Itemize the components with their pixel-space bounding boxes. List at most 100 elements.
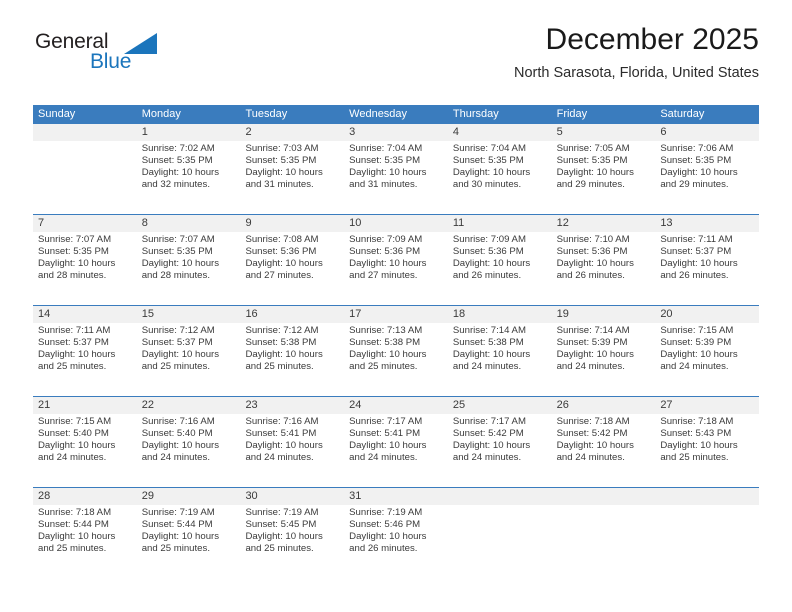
calendar-day-cell[interactable]: 26 Sunrise: 7:18 AM Sunset: 5:42 PM Dayligh… bbox=[552, 397, 656, 487]
calendar-day-cell[interactable]: 23 Sunrise: 7:16 AM Sunset: 5:41 PM Dayligh… bbox=[240, 397, 344, 487]
daylight-text-line2: and 26 minutes. bbox=[452, 270, 522, 282]
daylight-text-line2: and 24 minutes. bbox=[245, 452, 314, 464]
calendar-day-cell[interactable]: 1 Sunrise: 7:02 AM Sunset: 5:35 PM Daylight… bbox=[137, 124, 241, 214]
day-number: 16 bbox=[245, 308, 258, 320]
daylight-text-line2: and 25 minutes. bbox=[660, 452, 729, 464]
calendar-day-cell[interactable]: 11 Sunrise: 7:09 AM Sunset: 5:36 PM Dayligh… bbox=[448, 215, 552, 305]
page-header: General Blue December 2025 North Sarasot… bbox=[33, 22, 759, 98]
sunset-text: Sunset: 5:44 PM bbox=[38, 519, 109, 531]
daylight-text-line2: and 24 minutes. bbox=[452, 361, 522, 373]
day-number: 1 bbox=[141, 126, 148, 138]
brand-name-blue: Blue bbox=[90, 50, 132, 73]
calendar-day-cell[interactable]: 9 Sunrise: 7:08 AM Sunset: 5:36 PM Daylight… bbox=[240, 215, 344, 305]
weekday-thursday: Thursday bbox=[452, 108, 499, 120]
calendar-day-cell[interactable]: 24 Sunrise: 7:17 AM Sunset: 5:41 PM Dayligh… bbox=[344, 397, 448, 487]
calendar-day-cell[interactable]: 2 Sunrise: 7:03 AM Sunset: 5:35 PM Daylight… bbox=[240, 124, 344, 214]
day-detail: Sunrise: 7:03 AM Sunset: 5:35 PM Daylight:… bbox=[245, 143, 340, 191]
day-number: 31 bbox=[349, 490, 362, 502]
day-number: 29 bbox=[141, 490, 154, 502]
calendar-day-cell[interactable]: 14 Sunrise: 7:11 AM Sunset: 5:37 PM Dayligh… bbox=[33, 306, 137, 396]
calendar-day-cell[interactable]: 16 Sunrise: 7:12 AM Sunset: 5:38 PM Dayligh… bbox=[240, 306, 344, 396]
calendar-day-cell[interactable]: 31 Sunrise: 7:19 AM Sunset: 5:46 PM Dayligh… bbox=[344, 488, 448, 578]
daylight-text-line1: Daylight: 10 hours bbox=[245, 167, 323, 179]
weekday-sunday: Sunday bbox=[38, 108, 76, 120]
daylight-text-line2: and 30 minutes. bbox=[452, 179, 522, 191]
daylight-text-line1: Daylight: 10 hours bbox=[245, 349, 323, 361]
calendar-day-cell[interactable]: 5 Sunrise: 7:05 AM Sunset: 5:35 PM Daylight… bbox=[552, 124, 656, 214]
day-number: 2 bbox=[245, 126, 252, 138]
brand-logo[interactable]: General Blue bbox=[33, 30, 233, 86]
day-number: 9 bbox=[245, 217, 252, 229]
calendar-day-cell[interactable]: 15 Sunrise: 7:12 AM Sunset: 5:37 PM Dayligh… bbox=[137, 306, 241, 396]
sunrise-text: Sunrise: 7:17 AM bbox=[349, 416, 423, 427]
day-detail: Sunrise: 7:05 AM Sunset: 5:35 PM Daylight:… bbox=[557, 143, 652, 191]
calendar-day-cell[interactable]: 21 Sunrise: 7:15 AM Sunset: 5:40 PM Dayligh… bbox=[33, 397, 137, 487]
day-number: 11 bbox=[452, 217, 465, 229]
calendar-day-cell[interactable]: 27 Sunrise: 7:18 AM Sunset: 5:43 PM Dayligh… bbox=[655, 397, 759, 487]
calendar-day-cell[interactable]: 30 Sunrise: 7:19 AM Sunset: 5:45 PM Dayligh… bbox=[240, 488, 344, 578]
calendar-day-cell[interactable]: 7 Sunrise: 7:07 AM Sunset: 5:35 PM Daylight… bbox=[33, 215, 137, 305]
sunset-text: Sunset: 5:35 PM bbox=[349, 155, 421, 167]
sunrise-text: Sunrise: 7:05 AM bbox=[556, 143, 630, 154]
weekday-monday: Monday bbox=[141, 108, 181, 120]
sunset-text: Sunset: 5:37 PM bbox=[660, 246, 732, 258]
sunrise-text: Sunrise: 7:16 AM bbox=[245, 416, 319, 427]
calendar-day-cell[interactable]: 4 Sunrise: 7:04 AM Sunset: 5:35 PM Daylight… bbox=[448, 124, 552, 214]
calendar-day-cell[interactable]: 28 Sunrise: 7:18 AM Sunset: 5:44 PM Dayligh… bbox=[33, 488, 137, 578]
daylight-text-line1: Daylight: 10 hours bbox=[245, 258, 323, 270]
daylight-text-line1: Daylight: 10 hours bbox=[38, 440, 116, 452]
calendar-day-cell[interactable]: 29 Sunrise: 7:19 AM Sunset: 5:44 PM Dayligh… bbox=[137, 488, 241, 578]
sunset-text: Sunset: 5:42 PM bbox=[452, 428, 524, 440]
calendar-day-cell[interactable]: 3 Sunrise: 7:04 AM Sunset: 5:35 PM Daylight… bbox=[344, 124, 448, 214]
daylight-text-line1: Daylight: 10 hours bbox=[660, 167, 738, 179]
day-detail: Sunrise: 7:15 AM Sunset: 5:39 PM Daylight:… bbox=[660, 325, 755, 373]
day-number: 8 bbox=[141, 217, 148, 229]
calendar-day-cell[interactable]: 13 Sunrise: 7:11 AM Sunset: 5:37 PM Dayligh… bbox=[655, 215, 759, 305]
calendar-day-cell[interactable]: 18 Sunrise: 7:14 AM Sunset: 5:38 PM Dayligh… bbox=[448, 306, 552, 396]
daylight-text-line2: and 28 minutes. bbox=[38, 270, 107, 282]
sunrise-text: Sunrise: 7:07 AM bbox=[38, 234, 112, 245]
daylight-text-line2: and 25 minutes. bbox=[245, 543, 314, 555]
day-number: 5 bbox=[556, 126, 563, 138]
sunrise-text: Sunrise: 7:11 AM bbox=[660, 234, 733, 245]
daylight-text-line2: and 24 minutes. bbox=[141, 452, 210, 464]
day-number: 13 bbox=[660, 217, 673, 229]
calendar-week-cells: 28 Sunrise: 7:18 AM Sunset: 5:44 PM Dayligh… bbox=[33, 488, 759, 578]
daylight-text-line1: Daylight: 10 hours bbox=[556, 440, 634, 452]
daylight-text-line1: Daylight: 10 hours bbox=[141, 258, 220, 270]
sunset-text: Sunset: 5:35 PM bbox=[141, 155, 213, 167]
sunset-text: Sunset: 5:41 PM bbox=[245, 428, 317, 440]
daylight-text-line1: Daylight: 10 hours bbox=[349, 167, 427, 179]
location-subtitle: North Sarasota, Florida, United States bbox=[513, 65, 759, 81]
sunrise-text: Sunrise: 7:12 AM bbox=[245, 325, 319, 336]
daylight-text-line2: and 25 minutes. bbox=[141, 361, 210, 373]
daylight-text-line1: Daylight: 10 hours bbox=[349, 258, 427, 270]
sunset-text: Sunset: 5:35 PM bbox=[245, 155, 317, 167]
calendar-day-cell[interactable]: 10 Sunrise: 7:09 AM Sunset: 5:36 PM Dayligh… bbox=[344, 215, 448, 305]
day-detail: Sunrise: 7:04 AM Sunset: 5:35 PM Daylight:… bbox=[349, 143, 444, 191]
day-detail: Sunrise: 7:18 AM Sunset: 5:42 PM Daylight:… bbox=[557, 416, 652, 464]
calendar-day-cell[interactable]: 20 Sunrise: 7:15 AM Sunset: 5:39 PM Dayligh… bbox=[655, 306, 759, 396]
day-detail: Sunrise: 7:19 AM Sunset: 5:45 PM Daylight:… bbox=[245, 507, 340, 555]
calendar-page: General Blue December 2025 North Sarasot… bbox=[0, 0, 792, 612]
calendar-day-cell[interactable]: 25 Sunrise: 7:17 AM Sunset: 5:42 PM Dayligh… bbox=[448, 397, 552, 487]
calendar-day-cell[interactable]: 6 Sunrise: 7:06 AM Sunset: 5:35 PM Daylight… bbox=[655, 124, 759, 214]
day-detail: Sunrise: 7:17 AM Sunset: 5:42 PM Daylight:… bbox=[453, 416, 548, 464]
sunrise-text: Sunrise: 7:08 AM bbox=[245, 234, 319, 245]
sunset-text: Sunset: 5:45 PM bbox=[245, 519, 317, 531]
day-detail: Sunrise: 7:09 AM Sunset: 5:36 PM Daylight:… bbox=[349, 234, 444, 282]
daylight-text-line2: and 24 minutes. bbox=[349, 452, 418, 464]
calendar-day-cell[interactable]: 22 Sunrise: 7:16 AM Sunset: 5:40 PM Dayligh… bbox=[137, 397, 241, 487]
calendar-day-cell[interactable]: 12 Sunrise: 7:10 AM Sunset: 5:36 PM Dayligh… bbox=[552, 215, 656, 305]
daylight-text-line1: Daylight: 10 hours bbox=[349, 531, 427, 543]
calendar-day-cell[interactable]: 17 Sunrise: 7:13 AM Sunset: 5:38 PM Dayligh… bbox=[344, 306, 448, 396]
calendar-day-cell[interactable]: 8 Sunrise: 7:07 AM Sunset: 5:35 PM Daylight… bbox=[137, 215, 241, 305]
sunrise-text: Sunrise: 7:17 AM bbox=[452, 416, 526, 427]
day-detail: Sunrise: 7:16 AM Sunset: 5:40 PM Daylight:… bbox=[142, 416, 237, 464]
day-number: 4 bbox=[452, 126, 459, 138]
calendar-day-cell[interactable]: 19 Sunrise: 7:14 AM Sunset: 5:39 PM Dayligh… bbox=[552, 306, 656, 396]
sunrise-text: Sunrise: 7:09 AM bbox=[349, 234, 423, 245]
daylight-text-line2: and 24 minutes. bbox=[38, 452, 107, 464]
sunset-text: Sunset: 5:37 PM bbox=[141, 337, 213, 349]
daylight-text-line1: Daylight: 10 hours bbox=[141, 440, 220, 452]
